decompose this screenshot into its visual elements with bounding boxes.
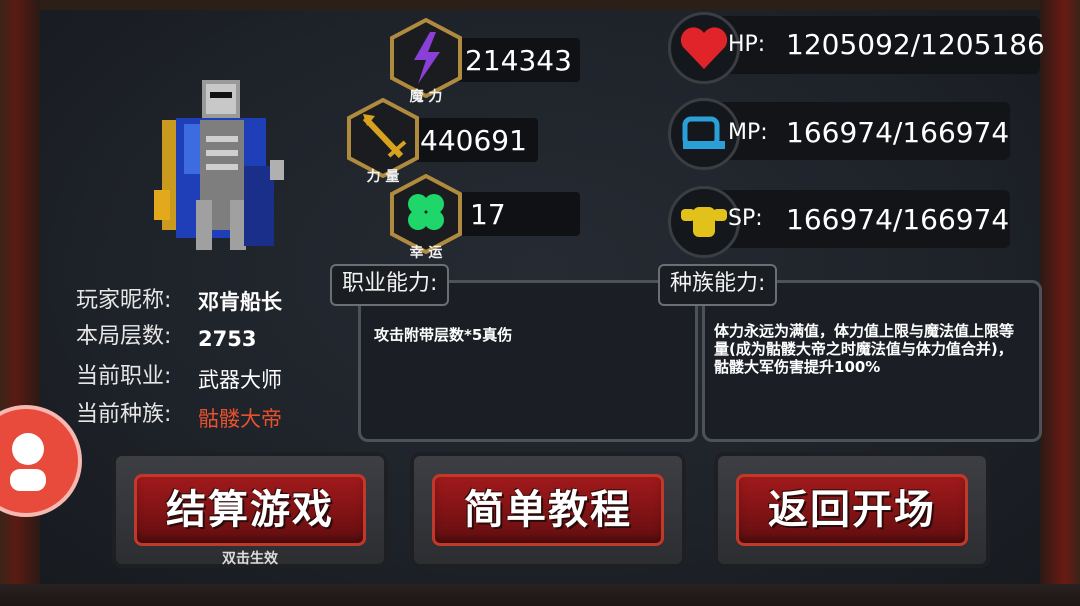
race-label: 当前种族: — [76, 402, 172, 427]
frame-right — [1040, 0, 1080, 606]
tutorial-label: 简单教程 — [464, 487, 632, 533]
job-ability-title: 职业能力: — [330, 264, 450, 306]
luck-caption: 幸 运 — [409, 245, 443, 261]
mp-value: 166974/166974 — [786, 116, 1010, 149]
frame-top — [0, 0, 1080, 10]
luck-value: 17 — [470, 198, 506, 231]
luck-stat: 幸 运 — [388, 173, 464, 261]
floor-label: 本局层数: — [76, 324, 172, 349]
hp-value: 1205092/1205186 — [786, 28, 1045, 61]
job-ability-desc: 攻击附带层数*5真伤 — [374, 326, 513, 344]
race-value: 骷髅大帝 — [198, 407, 282, 431]
job-value: 武器大师 — [198, 368, 282, 392]
sp-label: SP: — [728, 206, 763, 231]
user-icon — [10, 433, 46, 491]
settle-game-button-face[interactable]: 结算游戏 — [134, 474, 366, 546]
settle-hint: 双击生效 — [222, 551, 278, 567]
race-ability-desc: 体力永远为满值，体力值上限与魔法值上限等量(成为骷髅大帝之时魔法值与体力值合并)… — [714, 322, 1015, 376]
floor-value: 2753 — [198, 327, 257, 351]
power-stat: 力 量 — [345, 97, 421, 185]
nickname-label: 玩家昵称: — [76, 288, 172, 313]
sp-value: 166974/166974 — [786, 203, 1010, 236]
back-to-start-button-face[interactable]: 返回开场 — [736, 474, 968, 546]
frame-bottom — [0, 584, 1080, 606]
back-to-start-button[interactable]: 返回开场 — [714, 452, 990, 568]
tutorial-button[interactable]: 简单教程 — [410, 452, 686, 568]
hp-label: HP: — [728, 32, 766, 57]
magic-stat: 魔 力 — [388, 17, 464, 105]
mp-label: MP: — [728, 120, 768, 145]
back-to-start-label: 返回开场 — [768, 487, 936, 533]
floating-user-bubble[interactable] — [0, 405, 82, 517]
job-label: 当前职业: — [76, 364, 172, 389]
race-ability-title: 种族能力: — [658, 264, 778, 306]
power-value: 440691 — [420, 124, 527, 157]
skeleton-emperor-sprite — [154, 80, 284, 250]
magic-value: 214343 — [465, 44, 572, 77]
tutorial-button-face[interactable]: 简单教程 — [432, 474, 664, 546]
nickname-value: 邓肯船长 — [198, 290, 282, 314]
settle-game-label: 结算游戏 — [166, 487, 334, 533]
